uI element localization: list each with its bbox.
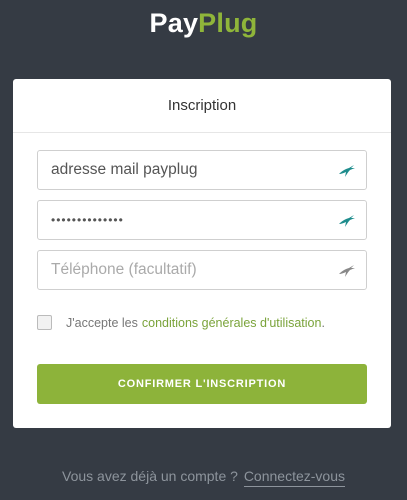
terms-link[interactable]: conditions générales d'utilisation xyxy=(142,316,322,330)
login-prompt: Vous avez déjà un compte ? Connectez-vou… xyxy=(0,468,407,487)
card-title: Inscription xyxy=(13,79,391,133)
password-field[interactable]: •••••••••••••• xyxy=(37,200,367,240)
email-value: adresse mail payplug xyxy=(51,161,198,178)
terms-suffix: . xyxy=(321,315,325,330)
login-prompt-text: Vous avez déjà un compte ? xyxy=(62,468,238,484)
phone-placeholder: Téléphone (facultatif) xyxy=(51,261,197,278)
terms-checkbox[interactable] xyxy=(37,315,52,330)
confirm-signup-button[interactable]: CONFIRMER L'INSCRIPTION xyxy=(37,364,367,404)
password-value: •••••••••••••• xyxy=(51,213,124,227)
autofill-bird-icon[interactable] xyxy=(336,212,358,228)
email-field[interactable]: adresse mail payplug xyxy=(37,150,367,190)
signup-card: Inscription adresse mail payplug •••••••… xyxy=(13,79,391,428)
autofill-bird-icon[interactable] xyxy=(336,262,358,278)
autofill-bird-icon[interactable] xyxy=(336,162,358,178)
logo-pay: Pay xyxy=(149,8,199,38)
login-link[interactable]: Connectez-vous xyxy=(243,468,345,487)
terms-prefix: J'accepte les xyxy=(66,315,138,330)
phone-field[interactable]: Téléphone (facultatif) xyxy=(37,250,367,290)
payplug-logo: PayPlug xyxy=(0,8,407,39)
logo-plug: Plug xyxy=(198,8,258,38)
terms-row: J'accepte les conditions générales d'uti… xyxy=(37,315,325,330)
